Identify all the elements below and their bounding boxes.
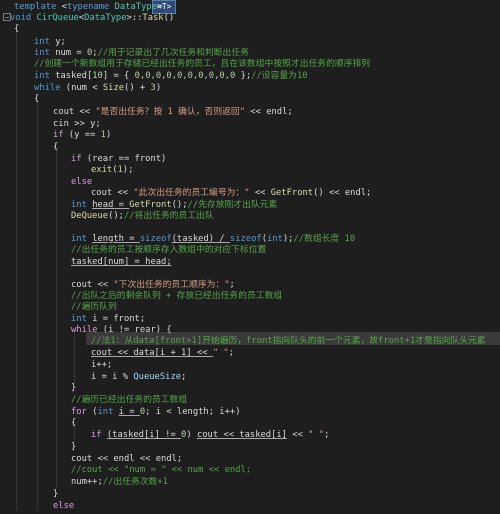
code-token: } xyxy=(71,442,77,452)
code-token: () << endl; xyxy=(313,188,372,198)
code-token: << xyxy=(286,430,309,440)
code-token: i = xyxy=(118,407,140,417)
code-token: " " xyxy=(212,348,229,358)
code-token: (); xyxy=(108,211,124,221)
code-token: if xyxy=(71,154,87,164)
indent-guide xyxy=(56,148,57,488)
code-token: cout << xyxy=(91,188,134,198)
code-token: //遍历已经出任务的员工数组 xyxy=(71,395,188,405)
code-token: cout << data[i + 1] << xyxy=(91,348,213,358)
code-token: int xyxy=(266,234,283,244)
code-token: } xyxy=(53,489,59,499)
code-token: cout << tasked[i] xyxy=(196,430,287,440)
code-token: { xyxy=(53,142,59,152)
code-token: ) xyxy=(186,430,197,440)
code-token: //数组长度 10 xyxy=(293,234,356,244)
code-token: } xyxy=(71,383,77,393)
code-line[interactable]: tasked[num] = head; xyxy=(71,255,172,270)
code-token: DataType xyxy=(84,13,127,23)
code-line[interactable]: DeQueue();//将出任务的员工出队 xyxy=(71,209,214,224)
code-token: //遍历队列 xyxy=(71,302,117,312)
code-line[interactable]: i = i % QueueSize; xyxy=(91,370,186,385)
code-token: "此次出任务的员工编号为：" xyxy=(133,188,250,198)
code-line[interactable]: num++;//出任务次数+1 xyxy=(71,475,168,490)
code-token: () + xyxy=(124,83,151,93)
code-line[interactable]: { xyxy=(34,92,39,107)
code-token: }; xyxy=(235,71,252,81)
code-line[interactable]: for (int i = 0; i < length; i++) xyxy=(71,405,241,420)
code-token: >:: xyxy=(126,13,143,23)
code-token: QueueSize xyxy=(133,372,182,382)
code-token: else xyxy=(71,177,93,187)
code-token: cout << xyxy=(53,107,96,117)
code-token: (y == xyxy=(68,130,101,140)
code-token: //将出任务的员工出队 xyxy=(123,211,214,221)
code-token: //设容量为10 xyxy=(251,71,308,81)
code-token: ; xyxy=(228,348,234,358)
code-token: 10 xyxy=(92,71,103,81)
code-token: //创建一个新数组用于存储已经出任务的员工，且在该数组中按照才出任务的顺序排列 xyxy=(34,59,371,69)
code-token: //出任务次数+1 xyxy=(102,477,168,487)
code-token: { xyxy=(34,94,40,104)
code-token: 0,0,0,0,0,0,0,0,0,0 xyxy=(134,71,236,81)
code-token: Task xyxy=(142,13,164,23)
code-token: " " xyxy=(308,430,325,440)
code-token: num++; xyxy=(71,477,103,487)
code-token: ] = { xyxy=(102,71,135,81)
code-line[interactable]: { xyxy=(53,140,58,155)
code-token: << xyxy=(249,188,271,198)
code-line[interactable]: while (num < Size() + 3) xyxy=(34,81,161,96)
code-line[interactable]: void CirQueue<DataType>::Task() xyxy=(10,11,174,26)
code-token: if xyxy=(53,130,69,140)
code-token: () xyxy=(163,13,175,23)
code-token: int xyxy=(34,71,56,81)
indent-guide xyxy=(74,331,75,383)
indent-guide xyxy=(37,100,38,510)
code-line[interactable]: if (y == 1) xyxy=(53,128,111,143)
code-line[interactable]: exit(1); xyxy=(91,163,133,178)
code-token: { xyxy=(14,24,20,34)
code-line[interactable]: { xyxy=(14,22,19,37)
code-token: exit xyxy=(91,165,113,175)
code-token: //cout << "num = " << num << endl; xyxy=(71,465,252,475)
code-token: tasked[ xyxy=(55,71,93,81)
code-token: CirQueue xyxy=(36,13,79,23)
code-token: DeQueue xyxy=(71,211,109,221)
code-token: //法1：从data[front+1]开始遍历，front指向队头的前一个元素，… xyxy=(91,336,486,346)
code-line[interactable]: else xyxy=(53,499,74,514)
code-token: "是否出任务？按 1 确认，否则返回" xyxy=(95,107,246,117)
code-token: i = i % xyxy=(91,372,134,382)
code-line[interactable]: { xyxy=(71,416,76,431)
code-token: (tasked[i] != xyxy=(106,430,182,440)
code-token: << endl; xyxy=(245,107,293,117)
code-token: if xyxy=(91,430,107,440)
code-token: ; xyxy=(181,372,187,382)
code-token: ) xyxy=(105,130,112,140)
code-token: tasked[num] = head; xyxy=(71,257,172,267)
code-token: ); xyxy=(122,165,134,175)
code-token: ; i < length; i++) xyxy=(145,407,241,417)
code-token: //出任务的员工按顺序存入数组中的对应下标位置 xyxy=(71,245,267,255)
indent-guide xyxy=(16,30,17,510)
code-line[interactable]: else xyxy=(71,175,92,190)
code-token: ) xyxy=(155,83,162,93)
code-token: ; xyxy=(324,430,330,440)
code-line[interactable]: if (tasked[i] != 0) cout << tasked[i] <<… xyxy=(91,428,329,443)
code-token: int xyxy=(97,407,119,417)
code-line[interactable]: cout << data[i + 1] << " "; xyxy=(91,346,234,361)
code-token: i++; xyxy=(91,360,113,370)
code-token: (num < xyxy=(65,83,103,93)
code-editor[interactable]: − <T> template <typename DataType> void C… xyxy=(0,0,500,511)
code-token: GetFront xyxy=(270,188,314,198)
code-token: { xyxy=(71,418,77,428)
code-token: ); xyxy=(282,234,294,244)
code-token: Size xyxy=(102,83,125,93)
